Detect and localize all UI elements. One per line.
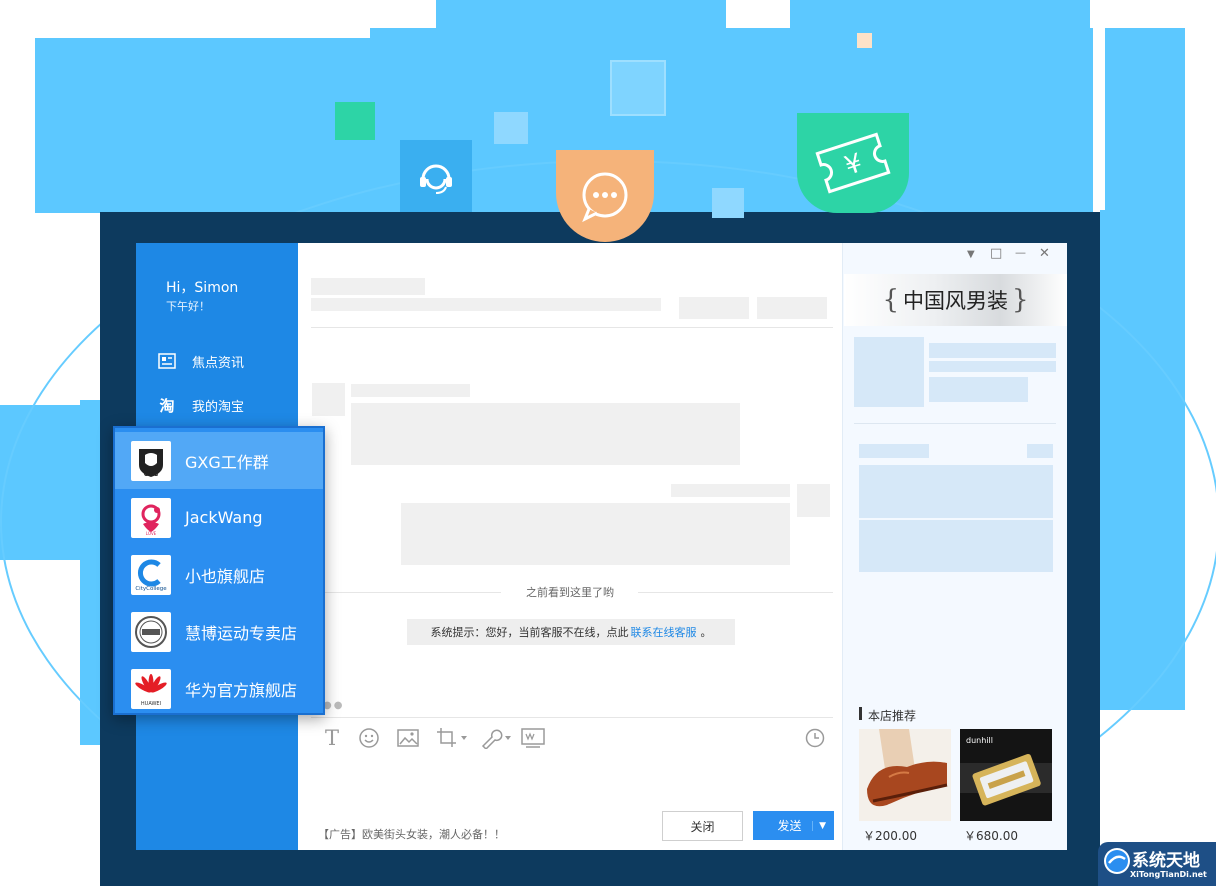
shop-banner-title: 中国风男装 (903, 285, 1008, 315)
svg-text:LOVE: LOVE (146, 531, 157, 536)
sender-name-placeholder (671, 484, 790, 497)
message-bubble (401, 503, 790, 565)
svg-text:HUAWEI: HUAWEI (141, 701, 161, 707)
shop-banner-bracket: { (882, 285, 899, 315)
svg-text:CityCollege: CityCollege (135, 586, 167, 592)
shop-card-placeholder[interactable] (859, 520, 1053, 572)
window-minimize-icon[interactable]: — (1015, 246, 1026, 259)
contact-support-link[interactable]: 联系在线客服 (631, 624, 697, 640)
message-bubble (351, 403, 740, 465)
contact-title-placeholder (311, 278, 425, 295)
greeting-sub: 下午好！ (166, 298, 210, 314)
small-square-deco (494, 112, 528, 144)
brown-leather-shoe-image (859, 729, 951, 821)
section-title-placeholder (859, 444, 929, 458)
watermark-url: XiTongTianDi.net (1130, 870, 1207, 879)
huawei-logo-icon: HUAWEI (131, 669, 171, 709)
shop-logo-placeholder (854, 337, 924, 407)
chat-area: 之前看到这里了哟 系统提示：您好，当前客服不在线，点此 联系在线客服 。 ●● … (298, 243, 842, 850)
sidebar-item-label: 焦点资讯 (192, 352, 244, 371)
header-action-placeholder[interactable] (757, 297, 827, 319)
sidebar-item-news[interactable]: 焦点资讯 (158, 349, 244, 373)
screen-icon[interactable] (521, 727, 545, 749)
contact-subtitle-placeholder (311, 298, 661, 311)
close-chat-button[interactable]: 关闭 (662, 811, 743, 841)
sender-avatar (312, 383, 345, 416)
sender-name-placeholder (351, 384, 470, 397)
contact-item-xiaoye-store[interactable]: CityCollege 小也旗舰店 (115, 546, 323, 603)
svg-text:GXG: GXG (144, 471, 159, 478)
shop-info-placeholder (929, 361, 1056, 372)
contact-item-huawei-store[interactable]: HUAWEI 华为官方旗舰店 (115, 660, 323, 717)
recommend-title-bar (859, 707, 862, 720)
emoji-icon[interactable] (358, 727, 380, 749)
product-price: ￥200.00 (863, 827, 917, 844)
citycollege-logo-icon: CityCollege (131, 555, 171, 595)
gold-belt-buckle-image: dunhill (960, 729, 1052, 821)
headset-icon (400, 140, 472, 212)
sport-seal-logo-icon (131, 612, 171, 652)
send-button-label: 发送 (777, 817, 801, 834)
contact-name: 小也旗舰店 (185, 563, 265, 587)
shop-panel: ▼ □ — ✕ { 中国风男装 } 本店推荐 (842, 243, 1067, 850)
product-price: ￥680.00 (964, 827, 1018, 844)
system-notice-text: 系统提示：您好，当前客服不在线，点此 (431, 624, 629, 640)
mail-square-deco (610, 60, 666, 116)
contact-item-huibo-sport[interactable]: 慧博运动专卖店 (115, 603, 323, 660)
contact-list: GXG GXG工作群 LOVE JackWang CityCollege 小也旗… (113, 426, 325, 715)
shop-info-placeholder (929, 377, 1028, 402)
wrench-icon[interactable] (480, 727, 514, 749)
image-icon[interactable] (396, 727, 420, 749)
window-close-icon[interactable]: ✕ (1039, 246, 1050, 261)
green-square-deco (335, 102, 375, 140)
recommend-title: 本店推荐 (868, 707, 916, 724)
shop-card-placeholder[interactable] (859, 465, 1053, 518)
gxg-logo-icon: GXG (131, 441, 171, 481)
sidebar-item-my-taobao[interactable]: 淘 我的淘宝 (158, 393, 244, 417)
greeting-name: Hi，Simon (166, 277, 238, 297)
coupon-icon: ¥ (797, 113, 909, 213)
product-card[interactable]: ￥200.00 (859, 729, 951, 821)
contact-name: GXG工作群 (185, 449, 269, 473)
section-more-placeholder[interactable] (1027, 444, 1053, 458)
shop-banner-bracket: } (1012, 285, 1029, 315)
svg-text:¥: ¥ (841, 148, 866, 182)
font-icon[interactable]: T (321, 727, 343, 749)
header-action-placeholder[interactable] (679, 297, 749, 319)
typing-dots: ●● (323, 700, 344, 711)
tiny-square-deco (712, 188, 744, 218)
history-clock-icon[interactable] (804, 727, 826, 749)
contact-name: JackWang (185, 508, 262, 527)
self-avatar (797, 484, 830, 517)
shop-info-placeholder (929, 343, 1056, 358)
contact-name: 华为官方旗舰店 (185, 677, 297, 701)
window-restore-icon[interactable]: □ (990, 246, 1002, 261)
system-notice: 系统提示：您好，当前客服不在线，点此 联系在线客服 。 (407, 619, 735, 645)
send-button[interactable]: 发送 ▼ (753, 811, 834, 840)
taobao-icon: 淘 (158, 396, 176, 414)
watermark-title: 系统天地 (1132, 846, 1200, 871)
contact-item-jackwang[interactable]: LOVE JackWang (115, 489, 323, 546)
svg-text:dunhill: dunhill (966, 736, 993, 745)
sidebar-item-label: 我的淘宝 (192, 396, 244, 415)
send-options-dropdown[interactable]: ▼ (812, 821, 826, 831)
news-icon (158, 352, 176, 370)
close-chat-button-label: 关闭 (690, 818, 714, 835)
ad-text[interactable]: 【广告】欧美街头女装，潮人必备！！ (318, 826, 505, 842)
contact-name: 慧博运动专卖店 (185, 620, 297, 644)
contact-item-gxg[interactable]: GXG GXG工作群 (115, 432, 323, 489)
watermark: 系统天地 XiTongTianDi.net (1098, 842, 1216, 886)
window-menu-icon[interactable]: ▼ (967, 249, 975, 260)
love-logo-icon: LOVE (131, 498, 171, 538)
system-notice-suffix: 。 (701, 624, 712, 640)
product-card[interactable]: dunhill ￥680.00 (960, 729, 1052, 821)
watermark-logo-icon (1104, 848, 1130, 874)
crop-icon[interactable] (436, 727, 470, 749)
shop-banner[interactable]: { 中国风男装 } (844, 274, 1067, 326)
peach-dot-deco (857, 33, 872, 48)
